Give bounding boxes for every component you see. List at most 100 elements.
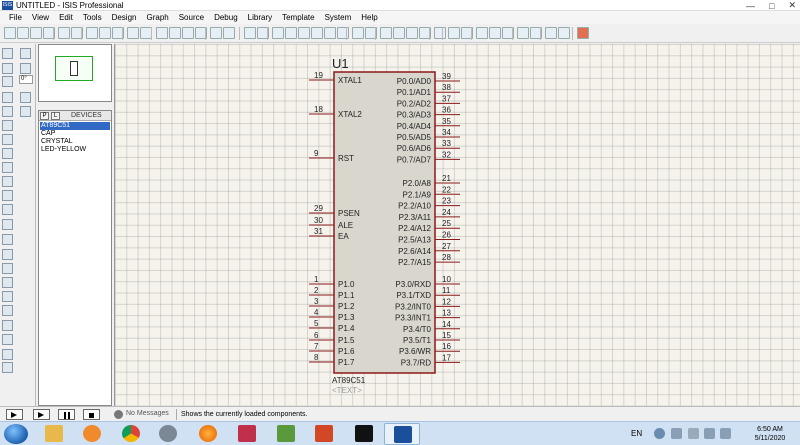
menu-graph[interactable]: Graph: [141, 13, 173, 22]
rotation-input[interactable]: 0°: [19, 75, 33, 84]
mode-tool-button[interactable]: [2, 63, 13, 74]
toolbar-button[interactable]: [545, 27, 557, 39]
help-tray-icon[interactable]: [654, 428, 665, 439]
taskbar-chrome[interactable]: [113, 423, 149, 445]
taskbar-file-explorer[interactable]: [36, 423, 72, 445]
toolbar-button[interactable]: [337, 27, 349, 39]
stop-button[interactable]: [83, 409, 100, 420]
menu-library[interactable]: Library: [243, 13, 277, 22]
library-manager-button[interactable]: L: [51, 112, 60, 120]
flag-icon[interactable]: [688, 428, 699, 439]
toolbar-button[interactable]: [298, 27, 310, 39]
mode-tool-button[interactable]: [2, 320, 13, 331]
toolbar-button[interactable]: [489, 27, 501, 39]
menu-template[interactable]: Template: [277, 13, 319, 22]
close-icon[interactable]: ✕: [788, 0, 796, 11]
rotate-mirror-button[interactable]: [20, 48, 31, 59]
pause-button[interactable]: [58, 409, 75, 420]
taskbar-powerpoint[interactable]: [306, 423, 342, 445]
messages-count[interactable]: No Messages: [126, 410, 169, 417]
menu-edit[interactable]: Edit: [54, 13, 78, 22]
mode-tool-button[interactable]: [2, 249, 13, 260]
device-item-led-yellow[interactable]: LED-YELLOW: [40, 146, 110, 154]
toolbar-button[interactable]: [324, 27, 336, 39]
menu-help[interactable]: Help: [356, 13, 382, 22]
toolbar-button[interactable]: [4, 27, 16, 39]
mode-tool-button[interactable]: [2, 120, 13, 131]
toolbar-button[interactable]: [223, 27, 235, 39]
overview-window[interactable]: [38, 44, 112, 102]
language-indicator[interactable]: EN: [631, 429, 642, 438]
mode-tool-button[interactable]: [2, 277, 13, 288]
play-button[interactable]: [6, 409, 23, 420]
taskbar-settings[interactable]: [150, 423, 186, 445]
mode-tool-button[interactable]: [2, 334, 13, 345]
mode-tool-button[interactable]: [2, 148, 13, 159]
mode-tool-button[interactable]: [2, 92, 13, 103]
toolbar-button[interactable]: [58, 27, 70, 39]
start-button[interactable]: [4, 424, 28, 444]
step-button[interactable]: [33, 409, 50, 420]
toolbar-button[interactable]: [393, 27, 405, 39]
device-item-crystal[interactable]: CRYSTAL: [40, 138, 110, 146]
toolbar-button[interactable]: [210, 27, 222, 39]
rotate-mirror-button[interactable]: [20, 92, 31, 103]
toolbar-button[interactable]: [156, 27, 168, 39]
toolbar-button[interactable]: [30, 27, 42, 39]
menu-debug[interactable]: Debug: [209, 13, 243, 22]
toolbar-button[interactable]: [517, 27, 529, 39]
mode-tool-button[interactable]: [2, 162, 13, 173]
toolbar-button[interactable]: [285, 27, 297, 39]
system-clock[interactable]: 6:50 AM 5/11/2020: [745, 425, 795, 443]
pick-devices-button[interactable]: P: [40, 112, 49, 120]
mode-tool-button[interactable]: [2, 134, 13, 145]
mode-tool-button[interactable]: [2, 106, 13, 117]
toolbar-button[interactable]: [406, 27, 418, 39]
taskbar-save-app[interactable]: [229, 423, 265, 445]
mode-tool-button[interactable]: [2, 190, 13, 201]
device-item-cap[interactable]: CAP: [40, 130, 110, 138]
menu-view[interactable]: View: [27, 13, 54, 22]
menu-file[interactable]: File: [4, 13, 27, 22]
toolbar-button[interactable]: [577, 27, 589, 39]
toolbar-button[interactable]: [272, 27, 284, 39]
chevron-up-icon[interactable]: [671, 428, 682, 439]
menu-design[interactable]: Design: [107, 13, 142, 22]
toolbar-button[interactable]: [86, 27, 98, 39]
taskbar-chart-app[interactable]: [268, 423, 304, 445]
mode-tool-button[interactable]: [2, 263, 13, 274]
taskbar-firefox[interactable]: [190, 423, 226, 445]
menu-tools[interactable]: Tools: [78, 13, 107, 22]
menu-system[interactable]: System: [320, 13, 357, 22]
menu-source[interactable]: Source: [174, 13, 209, 22]
toolbar-button[interactable]: [127, 27, 139, 39]
taskbar-media-player[interactable]: [74, 423, 110, 445]
mode-tool-button[interactable]: [2, 176, 13, 187]
toolbar-button[interactable]: [311, 27, 323, 39]
toolbar-button[interactable]: [380, 27, 392, 39]
minimize-icon[interactable]: —: [746, 1, 755, 11]
mode-tool-button[interactable]: [2, 349, 13, 360]
maximize-icon[interactable]: □: [769, 1, 774, 11]
mode-tool-button[interactable]: [2, 204, 13, 215]
device-item-at89c51[interactable]: AT89C51: [40, 122, 110, 130]
mode-tool-button[interactable]: [2, 305, 13, 316]
network-icon[interactable]: [704, 428, 715, 439]
schematic-canvas[interactable]: U1 AT89C51 <TEXT> 19 XTAL1 18 XTAL2 9 RST 29 PSEN 3…: [114, 44, 800, 406]
toolbar-button[interactable]: [17, 27, 29, 39]
toolbar-button[interactable]: [169, 27, 181, 39]
toolbar-button[interactable]: [558, 27, 570, 39]
rotate-mirror-button[interactable]: [20, 63, 31, 74]
volume-icon[interactable]: [720, 428, 731, 439]
toolbar-button[interactable]: [448, 27, 460, 39]
taskbar-command-prompt[interactable]: [346, 423, 382, 445]
toolbar-button[interactable]: [182, 27, 194, 39]
rotate-mirror-button[interactable]: [20, 106, 31, 117]
mode-tool-button[interactable]: [2, 48, 13, 59]
toolbar-button[interactable]: [352, 27, 364, 39]
mode-tool-button[interactable]: [2, 76, 13, 87]
mode-tool-button[interactable]: [2, 291, 13, 302]
mode-tool-button[interactable]: [2, 234, 13, 245]
taskbar-isis[interactable]: [384, 423, 420, 445]
toolbar-button[interactable]: [99, 27, 111, 39]
